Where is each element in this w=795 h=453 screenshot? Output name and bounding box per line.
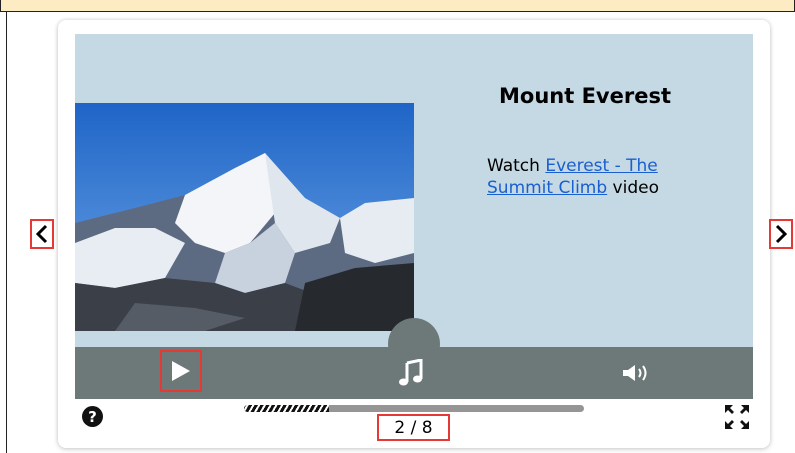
slide-description: Watch Everest - The Summit Climb video: [487, 155, 702, 199]
description-suffix: video: [607, 178, 659, 198]
description-prefix: Watch: [487, 156, 546, 176]
progress-bar[interactable]: [244, 405, 584, 412]
chevron-left-icon: [35, 224, 48, 244]
frame-border: [6, 12, 7, 453]
media-controls: [75, 347, 753, 399]
previous-slide-button[interactable]: [30, 219, 54, 249]
mountain-photo: [75, 103, 414, 331]
slide-counter: 2 / 8: [377, 414, 450, 441]
chevron-right-icon: [775, 224, 788, 244]
slide-title: Mount Everest: [499, 84, 671, 108]
volume-button[interactable]: [615, 359, 659, 387]
next-slide-button[interactable]: [769, 219, 793, 249]
top-bar: [0, 0, 795, 12]
help-icon[interactable]: ?: [82, 406, 103, 427]
fullscreen-icon[interactable]: [723, 403, 751, 431]
volume-icon: [623, 365, 647, 381]
play-icon: [172, 361, 190, 381]
help-glyph: ?: [88, 407, 97, 426]
music-button[interactable]: [391, 355, 431, 391]
slide: Mount Everest Watch Everest - The Summit…: [75, 34, 753, 347]
music-note-icon: [399, 359, 423, 386]
progress-fill: [244, 405, 329, 412]
play-button[interactable]: [160, 350, 202, 392]
